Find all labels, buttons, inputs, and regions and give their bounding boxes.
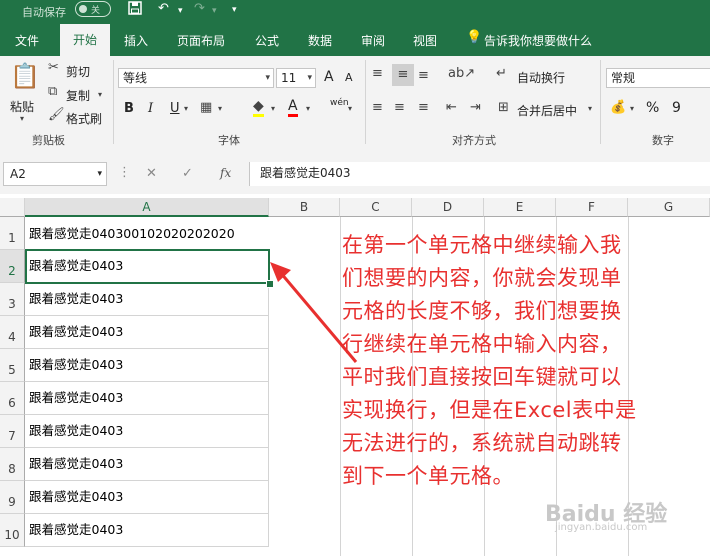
annotation-line: 们想要的内容，你就会发现单 bbox=[342, 266, 622, 290]
annotation-line: 无法进行的，系统就自动跳转 bbox=[342, 431, 622, 455]
annotation-line: 元格的长度不够，我们想要换 bbox=[342, 299, 622, 323]
watermark-url: jingyan.baidu.com bbox=[555, 522, 648, 533]
annotation-line: 到下一个单元格。 bbox=[342, 464, 514, 488]
annotation-line: 实现换行，但是在Excel表中是 bbox=[342, 398, 637, 422]
annotation-line: 平时我们直接按回车键就可以 bbox=[342, 365, 622, 389]
annotation-text: 在第一个单元格中继续输入我 们想要的内容，你就会发现单 元格的长度不够，我们想要… bbox=[342, 229, 702, 493]
annotation-line: 行继续在单元格中输入内容， bbox=[342, 332, 622, 356]
annotation-line: 在第一个单元格中继续输入我 bbox=[342, 233, 622, 257]
